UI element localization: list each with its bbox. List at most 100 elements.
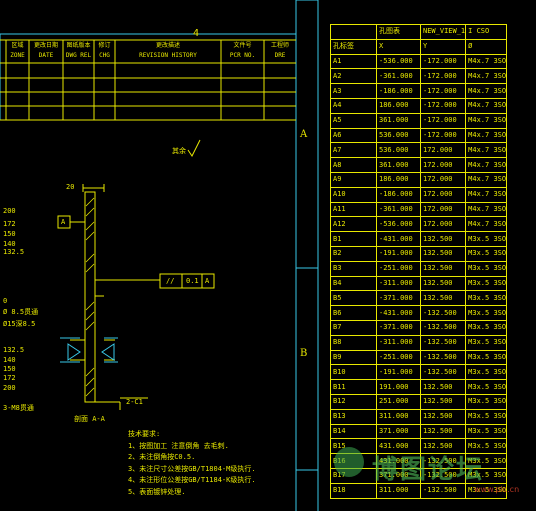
- watermark-logo-icon: [334, 447, 364, 477]
- hole-table-origin: I CSO: [465, 24, 508, 40]
- rev-header-pcr-cn: 文件号: [233, 42, 252, 49]
- dim-label: 140: [3, 240, 16, 248]
- col-diameter: Ø: [465, 38, 508, 55]
- dim-label: 150: [3, 365, 16, 373]
- rev-header-zone-cn: 区域: [11, 42, 24, 49]
- y-cell: 172.000: [419, 142, 467, 159]
- table-row[interactable]: A3 -186.000 -172.000 M4x.7 3SO: [330, 83, 508, 99]
- table-row[interactable]: B6 -431.000 -132.500 M3x.5 3SO: [330, 305, 508, 321]
- table-row[interactable]: B2 -191.000 132.500 M3x.5 3SO: [330, 245, 508, 262]
- table-row[interactable]: A11 -361.000 172.000 M4x.7 3SO: [330, 201, 508, 218]
- note-line: 3、未注尺寸公差按GB/T1804-M级执行.: [128, 464, 256, 473]
- section-label: 剖面 A-A: [74, 415, 105, 423]
- dim-label: 200: [3, 384, 16, 392]
- watermark-url: www.plc.cn: [474, 485, 520, 494]
- table-row[interactable]: A10 -186.000 172.000 M4x.7 3SO: [330, 186, 508, 203]
- rev-header-dre-en: DRE: [274, 52, 286, 59]
- table-row[interactable]: B13 311.000 132.500 M3x.5 3SO: [330, 408, 508, 425]
- surface-finish-note: 其余: [172, 147, 186, 155]
- rev-header-pcr-en: PCR NO.: [229, 52, 256, 59]
- hole-tag-cell: A3: [330, 83, 377, 99]
- x-cell: -311.000: [376, 334, 421, 351]
- note-line: 2、未注倒角按C0.5.: [128, 453, 196, 461]
- diameter-cell: M3x.5 3SO: [465, 319, 508, 336]
- hole-tag-cell: B5: [330, 290, 377, 307]
- x-cell: 186.000: [376, 171, 421, 188]
- table-row[interactable]: A2 -361.000 -172.000 M4x.7 3SO: [330, 68, 508, 85]
- rev-header-date-cn: 更改日期: [33, 42, 58, 49]
- tolerance-datum: A: [205, 277, 210, 285]
- x-cell: 361.000: [376, 112, 421, 129]
- y-cell: 132.500: [419, 290, 467, 307]
- table-row[interactable]: B9 -251.000 -132.500 M3x.5 3SO: [330, 349, 508, 366]
- table-row[interactable]: A1 -536.000 -172.000 M4x.7 3SO: [330, 53, 508, 70]
- x-cell: 536.000: [376, 127, 421, 144]
- x-cell: -186.000: [376, 83, 421, 99]
- hole-tag-cell: B1: [330, 231, 377, 247]
- dim-label: 132.5: [3, 248, 25, 256]
- y-cell: -172.000: [419, 112, 467, 129]
- diameter-cell: M4x.7 3SO: [465, 127, 508, 144]
- note-line: 5、表面镀锌处理.: [128, 487, 186, 496]
- hole-tag-cell: A5: [330, 112, 377, 129]
- y-cell: 172.000: [419, 157, 467, 173]
- diameter-cell: M4x.7 3SO: [465, 216, 508, 233]
- col-tag: 孔标签: [330, 38, 377, 55]
- table-row[interactable]: A9 186.000 172.000 M4x.7 3SO: [330, 171, 508, 188]
- y-cell: 172.000: [419, 186, 467, 203]
- table-row[interactable]: B5 -371.000 132.500 M3x.5 3SO: [330, 290, 508, 307]
- table-row[interactable]: B1 -431.000 132.500 M3x.5 3SO: [330, 231, 508, 247]
- x-cell: -186.000: [376, 186, 421, 203]
- col-x: X: [376, 38, 421, 55]
- table-row[interactable]: A7 536.000 172.000 M4x.7 3SO: [330, 142, 508, 159]
- hole-table-title: 孔图表: [376, 24, 421, 40]
- table-row[interactable]: B3 -251.000 132.500 M3x.5 3SO: [330, 260, 508, 277]
- table-row[interactable]: A5 361.000 -172.000 M4x.7 3SO: [330, 112, 508, 129]
- y-cell: 132.500: [419, 423, 467, 440]
- cad-drawing-canvas[interactable]: 4 A B 区域 ZONE 更改日期 DATE 图纸版本 DWG REL 修订 …: [0, 0, 536, 511]
- hole-spec-counterbore: Ø15深8.5: [3, 320, 36, 328]
- table-row[interactable]: B7 -371.000 -132.500 M3x.5 3SO: [330, 319, 508, 336]
- hole-tag-cell: A8: [330, 157, 377, 173]
- diameter-cell: M3x.5 3SO: [465, 275, 508, 292]
- table-row[interactable]: A4 186.000 -172.000 M4x.7 3SO: [330, 97, 508, 114]
- x-cell: 186.000: [376, 97, 421, 114]
- diameter-cell: M3x.5 3SO: [465, 408, 508, 425]
- x-cell: -191.000: [376, 245, 421, 262]
- rev-header-zone-en: ZONE: [10, 52, 25, 59]
- table-row[interactable]: A8 361.000 172.000 M4x.7 3SO: [330, 157, 508, 173]
- note-line: 1、按图加工 注意倒角 去毛刺.: [128, 441, 229, 450]
- hole-tag-cell: A4: [330, 97, 377, 114]
- y-cell: 132.500: [419, 393, 467, 410]
- rev-header-chg-cn: 修订: [98, 42, 111, 49]
- x-cell: 191.000: [376, 379, 421, 395]
- hole-tag-cell: A11: [330, 201, 377, 218]
- table-row[interactable]: B10 -191.000 -132.500 M3x.5 3SO: [330, 364, 508, 381]
- table-row[interactable]: B11 191.000 132.500 M3x.5 3SO: [330, 379, 508, 395]
- rev-header-dre-cn: 工程师: [270, 42, 289, 49]
- hole-table-subheader: 孔标签 X Y Ø: [330, 38, 508, 55]
- x-cell: -361.000: [376, 201, 421, 218]
- table-row[interactable]: B8 -311.000 -132.500 M3x.5 3SO: [330, 334, 508, 351]
- table-row[interactable]: B12 251.000 132.500 M3x.5 3SO: [330, 393, 508, 410]
- x-cell: -191.000: [376, 364, 421, 381]
- hole-table-view: NEW_VIEW_1: [419, 24, 467, 40]
- table-row[interactable]: B4 -311.000 132.500 M3x.5 3SO: [330, 275, 508, 292]
- diameter-cell: M4x.7 3SO: [465, 112, 508, 129]
- table-row[interactable]: A6 536.000 -172.000 M4x.7 3SO: [330, 127, 508, 144]
- rev-header-dwgrel-en: DWG REL: [65, 52, 92, 59]
- diameter-cell: M3x.5 3SO: [465, 305, 508, 321]
- table-row[interactable]: A12 -536.000 172.000 M4x.7 3SO: [330, 216, 508, 233]
- x-cell: -251.000: [376, 349, 421, 366]
- watermark: 博图论坛 www.plc.cn: [334, 441, 534, 511]
- hole-table[interactable]: 孔图表 NEW_VIEW_1 I CSO 孔标签 X Y Ø A1 -536.00…: [330, 24, 508, 499]
- table-row[interactable]: B14 371.000 132.500 M3x.5 3SO: [330, 423, 508, 440]
- technical-notes: 技术要求: 1、按图加工 注意倒角 去毛刺. 2、未注倒角按C0.5. 3、未注…: [128, 429, 256, 498]
- y-cell: -132.500: [419, 334, 467, 351]
- y-cell: 132.500: [419, 260, 467, 277]
- hole-tag-cell: B11: [330, 379, 377, 395]
- y-cell: -172.000: [419, 97, 467, 114]
- y-cell: -172.000: [419, 53, 467, 70]
- hole-table-title-blank: [330, 24, 377, 40]
- y-cell: 132.500: [419, 275, 467, 292]
